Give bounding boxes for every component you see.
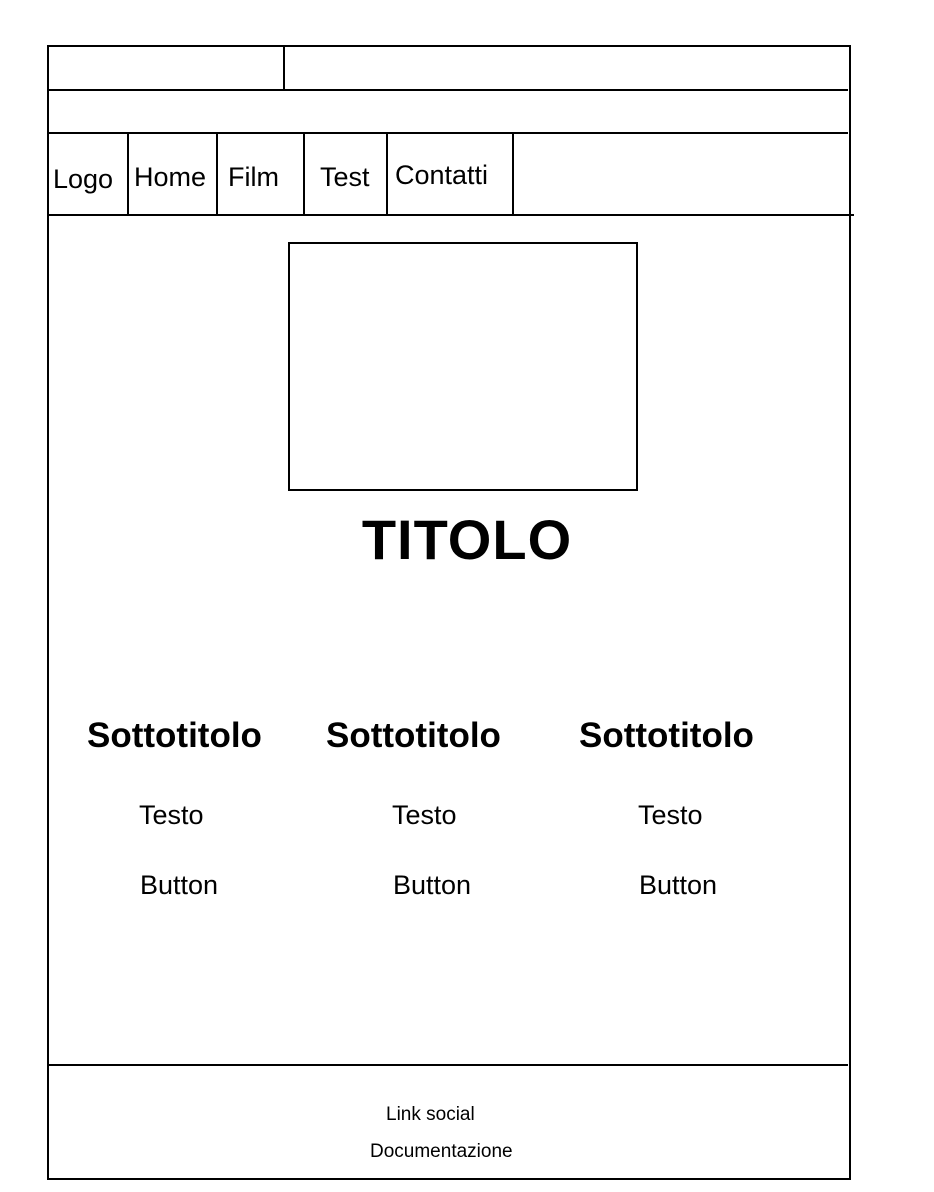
nav-item-home[interactable]: Home <box>134 164 206 191</box>
nav-item-contatti[interactable]: Contatti <box>395 162 488 189</box>
top-bar-split <box>283 47 285 90</box>
column-button[interactable]: Button <box>140 872 218 899</box>
page-title: TITOLO <box>361 508 573 571</box>
hero-image-placeholder <box>288 242 638 491</box>
nav-separator <box>386 133 388 215</box>
column-button[interactable]: Button <box>639 872 717 899</box>
footer-divider <box>48 1064 848 1066</box>
column-subtitle: Sottotitolo <box>579 716 754 755</box>
nav-bottom-divider <box>48 214 854 216</box>
nav-separator <box>512 133 514 215</box>
nav-top-divider <box>48 132 848 134</box>
top-bar-divider <box>48 89 848 91</box>
column-text: Testo <box>638 800 703 830</box>
nav-separator <box>216 133 218 215</box>
column-button[interactable]: Button <box>393 872 471 899</box>
column-text: Testo <box>392 800 457 830</box>
nav-separator <box>127 133 129 215</box>
logo[interactable]: Logo <box>53 166 113 193</box>
column-subtitle: Sottotitolo <box>87 716 262 755</box>
footer-link-social[interactable]: Link social <box>386 1105 475 1124</box>
nav-item-film[interactable]: Film <box>228 164 279 191</box>
footer-link-documentation[interactable]: Documentazione <box>370 1142 513 1161</box>
nav-item-test[interactable]: Test <box>320 164 370 191</box>
column-text: Testo <box>139 800 204 830</box>
column-subtitle: Sottotitolo <box>326 716 501 755</box>
nav-separator <box>303 133 305 215</box>
